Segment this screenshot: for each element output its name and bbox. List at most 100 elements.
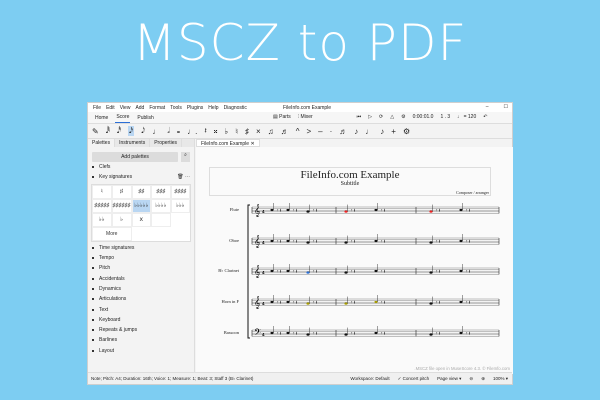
toolbar-button[interactable]: 𝄽: [204, 126, 206, 136]
delete-icon[interactable]: 🗑 ⋯: [177, 174, 190, 180]
menu-diagnostic[interactable]: Diagnostic: [224, 105, 247, 111]
note[interactable]: [374, 300, 378, 304]
key-signature-cell[interactable]: ♯♯♯♯♯: [92, 198, 112, 213]
toolbar-button[interactable]: –: [318, 127, 322, 136]
palette-item[interactable]: Tempo: [88, 253, 194, 263]
note[interactable]: [306, 241, 310, 244]
undo-icon[interactable]: ↶: [483, 114, 487, 120]
note[interactable]: [270, 269, 274, 273]
score-staves[interactable]: 𝄞 4 𝄾 𝄽 𝄾 𝄽 𝄾 𝄽 𝄾 𝄽 𝄾 𝄽 𝄾 𝄽 𝄾 𝄽𝄞 4 𝄾 𝄽 𝄾 𝄽 𝄾 𝄽 𝄾 𝄽 𝄾 𝄽…: [196, 147, 513, 374]
toolbar-button[interactable]: ♯: [245, 127, 249, 136]
menu-help[interactable]: Help: [208, 105, 218, 111]
palette-item[interactable]: Layout: [88, 346, 194, 356]
note[interactable]: [270, 300, 274, 304]
workspace-selector[interactable]: Workspace: Default: [350, 376, 389, 382]
note[interactable]: [374, 269, 378, 273]
note[interactable]: [344, 302, 348, 305]
key-signature-cell[interactable]: ♭♭♭♭: [151, 198, 171, 213]
toolbar-button[interactable]: 𝅘𝅥𝅱: [106, 126, 110, 136]
zoom-in-icon[interactable]: ⊕: [481, 376, 485, 382]
key-signature-cell[interactable]: ♮: [92, 184, 112, 199]
note[interactable]: [286, 208, 290, 212]
note[interactable]: [306, 333, 310, 336]
note[interactable]: [270, 239, 274, 243]
note[interactable]: [459, 239, 463, 243]
note[interactable]: [344, 271, 348, 274]
toolbar-button[interactable]: ♫: [268, 127, 274, 136]
note[interactable]: [429, 210, 433, 213]
menu-edit[interactable]: Edit: [106, 105, 115, 111]
toolbar-button[interactable]: 𝅘𝅥𝅯: [128, 126, 135, 136]
toolbar-button[interactable]: ♬: [281, 127, 289, 136]
menu-add[interactable]: Add: [135, 105, 144, 111]
note[interactable]: [270, 331, 274, 335]
view-mode-selector[interactable]: Page view ▾: [437, 376, 461, 382]
key-signature-cell[interactable]: ♯♯♯♯: [170, 184, 190, 199]
palette-item[interactable]: Articulations: [88, 294, 194, 304]
note[interactable]: [459, 331, 463, 335]
palette-item[interactable]: Pitch: [88, 263, 194, 273]
palette-item[interactable]: Dynamics: [88, 284, 194, 294]
toolbar-button[interactable]: ♬: [339, 127, 347, 136]
toolbar-button[interactable]: 𝅗𝅥: [167, 126, 170, 136]
key-signature-cell[interactable]: ♯♯♯♯♯♯: [111, 198, 132, 213]
menu-file[interactable]: File: [93, 105, 101, 111]
note[interactable]: [429, 271, 433, 274]
menu-format[interactable]: Format: [149, 105, 165, 111]
note[interactable]: [459, 208, 463, 212]
palette-item[interactable]: Text: [88, 304, 194, 314]
toolbar-button[interactable]: ♮: [235, 127, 238, 136]
play-icon[interactable]: ▷: [368, 114, 372, 120]
parts-button[interactable]: ▤ Parts: [273, 114, 291, 120]
document-tab[interactable]: FileInfo.com Example ✕: [196, 139, 260, 147]
note[interactable]: [306, 302, 310, 305]
toolbar-button[interactable]: ♪: [380, 127, 384, 136]
toolbar-button[interactable]: ♩: [152, 127, 160, 136]
toolbar-button[interactable]: ^: [296, 127, 300, 136]
toolbar-button[interactable]: 𝅘𝅥𝅰: [117, 126, 121, 136]
note[interactable]: [286, 269, 290, 273]
tab-instruments[interactable]: Instruments: [115, 139, 151, 147]
toolbar-button[interactable]: ×: [256, 127, 261, 136]
menu-plugins[interactable]: Plugins: [187, 105, 203, 111]
tab-home[interactable]: Home: [94, 113, 109, 123]
toolbar-button[interactable]: ♭: [224, 127, 228, 136]
toolbar-button[interactable]: >: [306, 127, 311, 136]
toolbar-button[interactable]: ♪: [354, 127, 358, 136]
zoom-out-icon[interactable]: ⊖: [469, 376, 473, 382]
toolbar-button[interactable]: +: [391, 127, 396, 136]
toolbar-button[interactable]: 𝅝: [177, 126, 180, 136]
maximize-button[interactable]: ☐: [504, 104, 508, 110]
tab-properties[interactable]: Properties: [150, 139, 182, 147]
note[interactable]: [286, 331, 290, 335]
note[interactable]: [459, 300, 463, 304]
loop-icon[interactable]: ⟳: [379, 114, 383, 120]
palette-item[interactable]: Repeats & jumps: [88, 325, 194, 335]
palette-item[interactable]: Accidentals: [88, 273, 194, 283]
key-signature-cell[interactable]: ♭: [111, 212, 132, 227]
note[interactable]: [459, 269, 463, 273]
note[interactable]: [270, 208, 274, 212]
toolbar-button[interactable]: 𝄪: [214, 126, 218, 136]
search-icon[interactable]: ⌕: [181, 152, 190, 162]
key-signature-cell[interactable]: ♯♯: [131, 184, 151, 199]
note[interactable]: [374, 239, 378, 243]
score-page[interactable]: FileInfo.com Example Subtitle Composer /…: [196, 147, 513, 374]
concert-pitch-toggle[interactable]: ✓ Concert pitch: [398, 376, 430, 382]
key-signature-cell[interactable]: ⅹ: [131, 212, 151, 227]
tab-score[interactable]: Score: [115, 112, 131, 123]
toolbar-button[interactable]: 𝅘𝅥𝅮: [141, 126, 145, 136]
note[interactable]: [429, 241, 433, 244]
palette-clefs[interactable]: Clefs: [88, 162, 194, 172]
tab-palettes[interactable]: Palettes: [88, 139, 116, 147]
palette-key-signatures[interactable]: Key signatures 🗑 ⋯: [88, 172, 194, 182]
toolbar-button[interactable]: ♩: [365, 127, 373, 136]
note[interactable]: [306, 210, 310, 213]
note[interactable]: [286, 239, 290, 243]
note[interactable]: [344, 210, 348, 213]
key-signature-cell[interactable]: ♯: [111, 184, 132, 199]
add-palettes-button[interactable]: Add palettes: [92, 152, 178, 162]
note[interactable]: [429, 302, 433, 305]
note[interactable]: [344, 333, 348, 336]
toolbar-button[interactable]: ·: [330, 127, 333, 136]
